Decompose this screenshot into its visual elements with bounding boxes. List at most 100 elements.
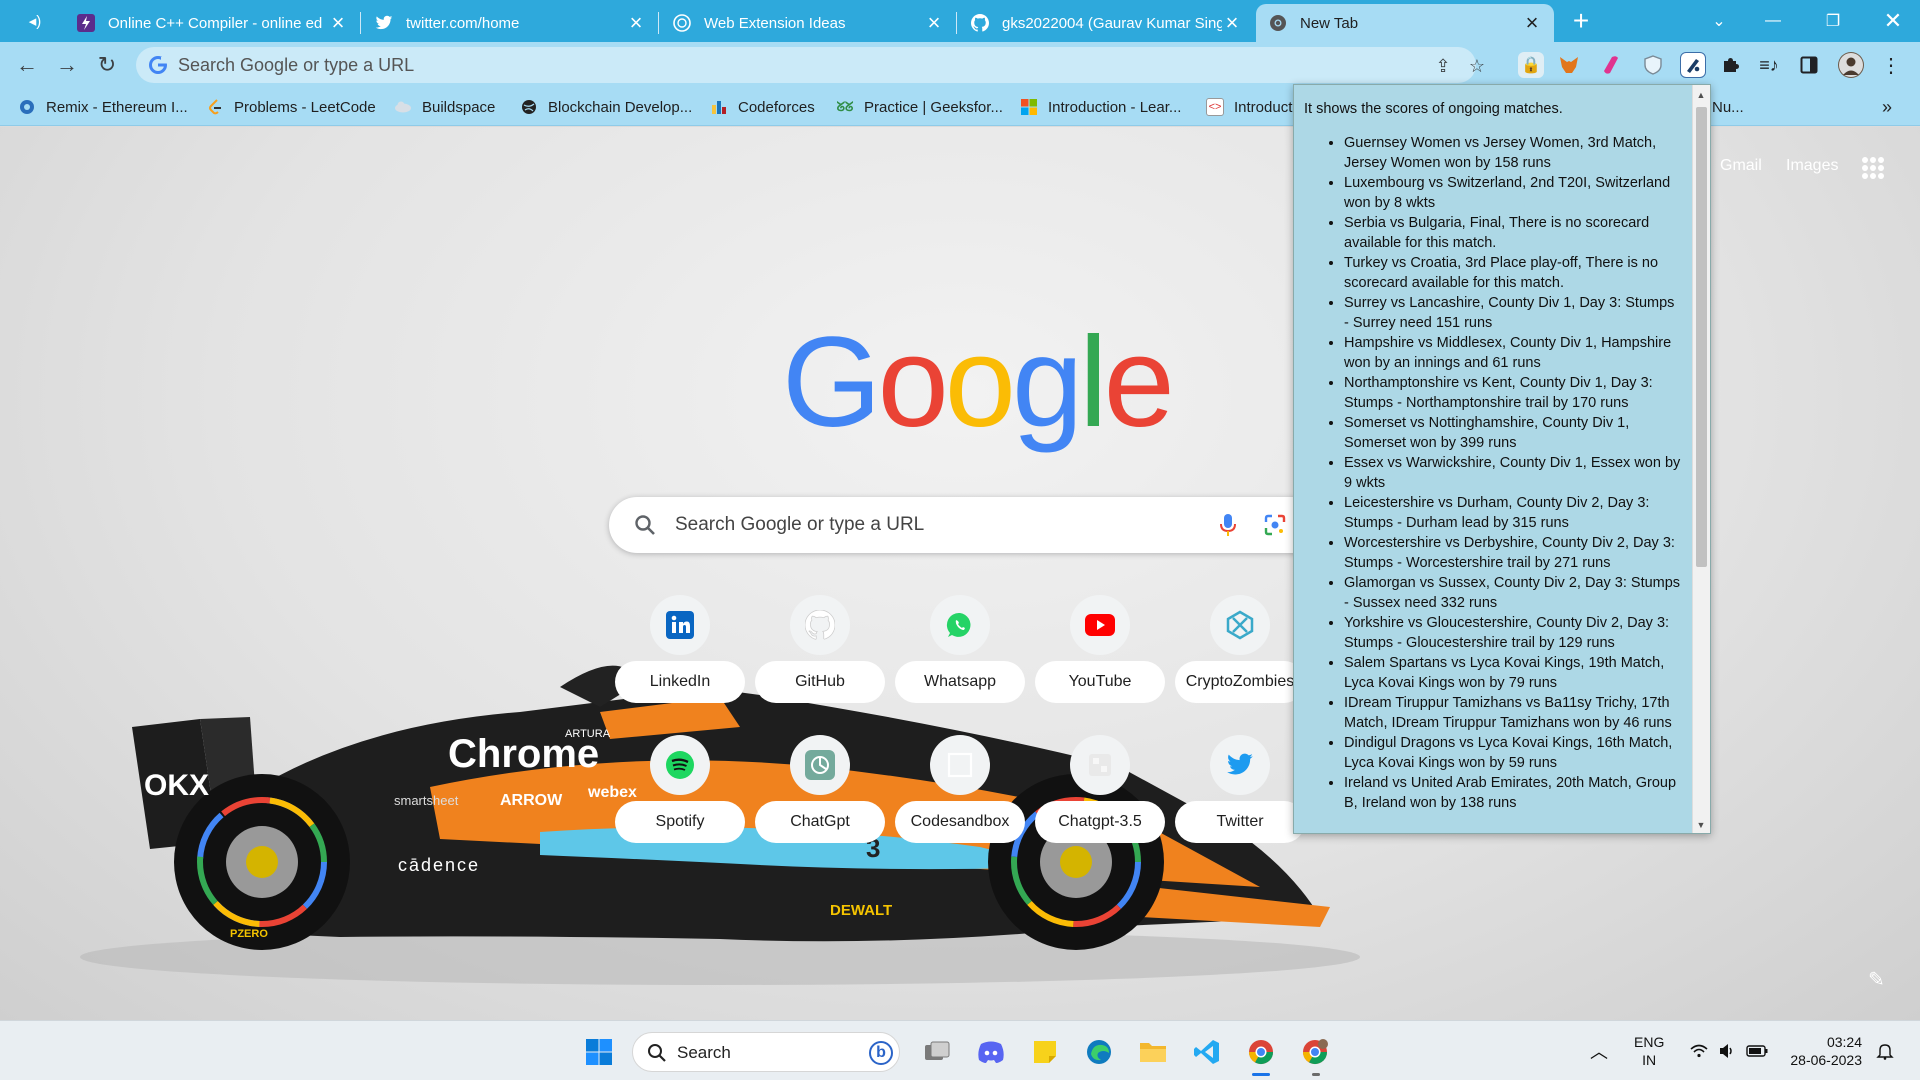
close-icon[interactable]: ×	[626, 12, 646, 34]
voice-search-icon[interactable]	[1219, 513, 1237, 542]
shortcut-cryptozombies[interactable]: CryptoZombies	[1175, 595, 1305, 705]
ntp-search-box[interactable]	[609, 497, 1323, 553]
close-icon[interactable]: ×	[1222, 12, 1242, 34]
scroll-down-arrow-icon[interactable]: ▼	[1695, 819, 1707, 831]
bookmark-leetcode[interactable]: Problems - LeetCode	[206, 95, 376, 119]
images-link[interactable]: Images	[1786, 157, 1838, 175]
extensions-puzzle-icon[interactable]	[1718, 52, 1744, 78]
tab-github-profile[interactable]: gks2022004 (Gaurav Kumar Singh) ×	[958, 4, 1254, 42]
language-indicator[interactable]: ENG IN	[1634, 1021, 1664, 1080]
edge-icon[interactable]	[1082, 1035, 1116, 1069]
google-apps-icon[interactable]	[1862, 157, 1884, 179]
match-item: Ireland vs United Arab Emirates, 20th Ma…	[1344, 773, 1682, 813]
shortcut-chatgpt[interactable]: ChatGpt	[755, 735, 885, 845]
codeforces-icon	[710, 98, 728, 116]
shortcut-whatsapp[interactable]: Whatsapp	[895, 595, 1025, 705]
shortcut-youtube[interactable]: YouTube	[1035, 595, 1165, 705]
microsoft-icon	[1020, 98, 1038, 116]
tab-new-tab[interactable]: New Tab ×	[1256, 4, 1554, 42]
bookmarks-overflow-button[interactable]: »	[1882, 95, 1892, 119]
file-explorer-icon[interactable]	[1136, 1035, 1170, 1069]
clock[interactable]: 03:24 28-06-2023	[1784, 1021, 1862, 1080]
profile-avatar[interactable]	[1838, 52, 1864, 78]
bookmark-codeforces[interactable]: Codeforces	[710, 95, 815, 119]
shortcut-chatgpt35[interactable]: Chatgpt-3.5	[1035, 735, 1165, 845]
tab-separator	[360, 12, 361, 34]
reading-list-icon[interactable]: ≡♪	[1756, 52, 1782, 78]
shortcut-github[interactable]: GitHub	[755, 595, 885, 705]
vscode-icon[interactable]	[1190, 1035, 1224, 1069]
chrome-taskbar-icon[interactable]	[1244, 1035, 1278, 1069]
popup-scrollbar[interactable]: ▲ ▼	[1692, 85, 1710, 833]
tab-cpp-compiler[interactable]: Online C++ Compiler - online ed ×	[64, 4, 360, 42]
cricket-extension-icon[interactable]	[1680, 52, 1706, 78]
tab-web-extension-ideas[interactable]: Web Extension Ideas ×	[660, 4, 956, 42]
bookmark-buildspace[interactable]: Buildspace	[394, 95, 495, 119]
wifi-icon[interactable]	[1690, 1021, 1708, 1080]
back-button[interactable]: ←	[10, 48, 44, 82]
windows-start-icon[interactable]	[582, 1035, 616, 1069]
ntp-search-input[interactable]	[675, 497, 1175, 553]
leetcode-icon	[206, 98, 224, 116]
bookmark-label: Practice | Geeksfor...	[864, 98, 1003, 116]
bookmark-remix[interactable]: Remix - Ethereum I...	[18, 95, 188, 119]
tab-separator	[658, 12, 659, 34]
match-item: Luxembourg vs Switzerland, 2nd T20I, Swi…	[1344, 173, 1682, 213]
bookmark-nu[interactable]: Nu...	[1712, 95, 1744, 119]
tab-title: gks2022004 (Gaurav Kumar Singh)	[1002, 14, 1222, 32]
match-item: Northamptonshire vs Kent, County Div 1, …	[1344, 373, 1682, 413]
shortcut-linkedin[interactable]: LinkedIn	[615, 595, 745, 705]
popup-scroll-thumb[interactable]	[1696, 107, 1707, 567]
new-tab-button[interactable]: +	[1564, 7, 1598, 36]
chrome-profile-taskbar-icon[interactable]	[1298, 1035, 1332, 1069]
bookmark-introduction-lear[interactable]: Introduction - Lear...	[1020, 95, 1181, 119]
extension-lock-icon[interactable]: 🔒	[1518, 52, 1544, 78]
bookmark-label: Problems - LeetCode	[234, 98, 376, 116]
shortcut-spotify[interactable]: Spotify	[615, 735, 745, 845]
restore-button[interactable]: ❐	[1808, 0, 1858, 42]
shortcut-codesandbox[interactable]: Codesandbox	[895, 735, 1025, 845]
running-app-indicator	[1312, 1073, 1320, 1076]
tray-overflow-chevron-icon[interactable]: ︿	[1590, 1021, 1608, 1080]
bookmark-introduct[interactable]: <> Introduct	[1206, 95, 1292, 119]
match-item: Salem Spartans vs Lyca Kovai Kings, 19th…	[1344, 653, 1682, 693]
bookmark-blockchain-develop[interactable]: Blockchain Develop...	[520, 95, 692, 119]
google-lens-icon[interactable]	[1263, 513, 1287, 542]
discord-icon[interactable]	[974, 1035, 1008, 1069]
shield-icon[interactable]	[1640, 52, 1666, 78]
tab-twitter[interactable]: twitter.com/home ×	[362, 4, 658, 42]
twitter-icon	[374, 13, 394, 33]
bookmark-geeksforgeeks[interactable]: ᘜᘜ Practice | Geeksfor...	[836, 95, 1003, 119]
share-icon[interactable]: ⇪	[1432, 55, 1454, 77]
close-icon[interactable]: ×	[924, 12, 944, 34]
volume-icon[interactable]	[1718, 1021, 1736, 1080]
reload-button[interactable]: ↻	[90, 48, 124, 82]
side-panel-icon[interactable]	[1796, 52, 1822, 78]
bookmark-star-icon[interactable]: ☆	[1466, 55, 1488, 77]
tab-search-chevron-icon[interactable]: ⌄	[1694, 0, 1744, 42]
omnibox[interactable]: ⇪ ☆	[136, 47, 1485, 83]
omnibox-input[interactable]	[178, 47, 1378, 83]
taskbar-search[interactable]: Search b	[632, 1032, 900, 1072]
metamask-icon[interactable]	[1556, 52, 1582, 78]
chatgpt-icon	[790, 735, 850, 795]
gmail-link[interactable]: Gmail	[1720, 157, 1762, 175]
customize-pencil-icon[interactable]: ✎	[1868, 967, 1885, 992]
close-icon[interactable]: ×	[328, 12, 348, 34]
remix-icon	[18, 98, 36, 116]
notifications-icon[interactable]	[1876, 1021, 1894, 1080]
minimize-button[interactable]: —	[1748, 0, 1798, 42]
phantom-icon[interactable]	[1598, 52, 1624, 78]
task-view-icon[interactable]	[920, 1035, 954, 1069]
scroll-up-arrow-icon[interactable]: ▲	[1695, 89, 1707, 101]
bing-icon[interactable]: b	[869, 1041, 893, 1065]
shortcut-twitter[interactable]: Twitter	[1175, 735, 1305, 845]
menu-kebab-icon[interactable]: ⋮	[1878, 52, 1904, 78]
shortcut-label: GitHub	[755, 661, 885, 703]
battery-icon[interactable]	[1746, 1021, 1768, 1080]
close-icon[interactable]: ×	[1522, 12, 1542, 34]
forward-button[interactable]: →	[50, 48, 84, 82]
sticky-notes-icon[interactable]	[1028, 1035, 1062, 1069]
close-window-button[interactable]: ✕	[1868, 0, 1918, 42]
tab-audio-icon[interactable]: ◂)	[18, 8, 52, 34]
